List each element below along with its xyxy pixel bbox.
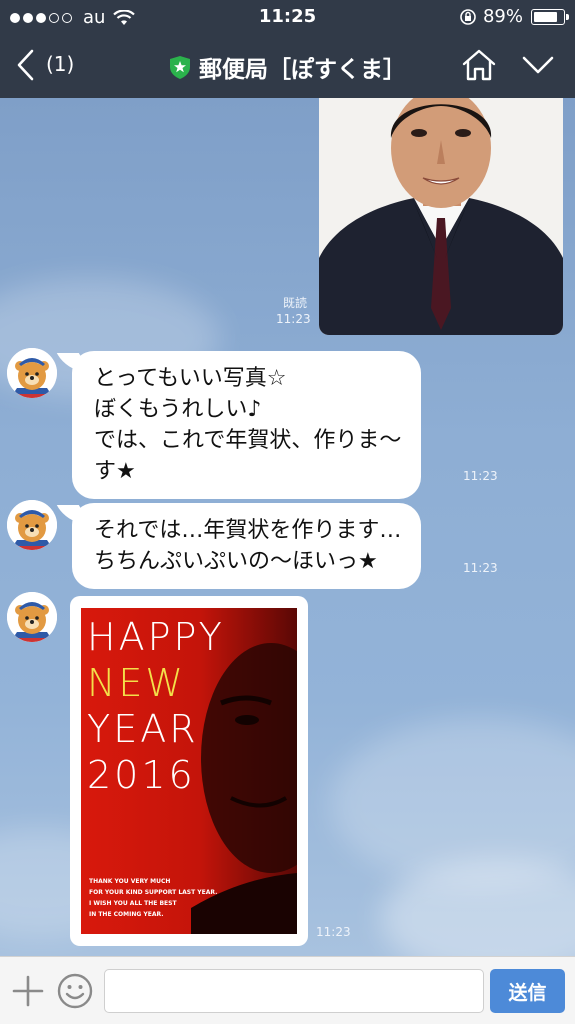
home-icon[interactable] [461, 48, 497, 82]
chevron-down-icon[interactable] [521, 54, 555, 76]
message-line: ちちんぷいぷいの〜ほいっ★ [94, 549, 378, 574]
portrait-image [319, 98, 563, 335]
message-line: とってもいい写真☆ [94, 366, 287, 391]
battery-area: 89% [459, 6, 569, 27]
avatar[interactable] [7, 592, 57, 642]
card-headline-line: HAPPY [87, 615, 225, 659]
send-button[interactable]: 送信 [490, 969, 565, 1013]
received-message-bubble[interactable]: それでは…年賀状を作ります… ちちんぷいぷいの〜ほいっ★ [72, 503, 422, 589]
read-indicator: 既読 [283, 296, 308, 310]
message-line: ぼくもうれしい♪ [94, 397, 262, 422]
received-message-bubble[interactable]: とってもいい写真☆ ぼくもうれしい♪ では、これで年賀状、作りま〜 す★ [72, 351, 422, 499]
battery-icon [531, 8, 569, 25]
chat-area[interactable]: 既読 11:23 とってもいい写真☆ ぼくもうれしい♪ では、これで年賀状、作り… [0, 98, 575, 956]
battery-fill [534, 11, 558, 22]
bear-mascot-icon [7, 500, 57, 550]
card-headline-line: 2016 [87, 753, 196, 797]
message-line: それでは…年賀状を作ります… [94, 518, 402, 543]
battery-percent: 89% [482, 6, 523, 27]
rotation-lock-icon [460, 8, 476, 25]
message-input[interactable] [104, 969, 484, 1013]
card-footer-line: IN THE COMING YEAR. [89, 911, 164, 918]
nav-row: (1) 郵便局［ぽすくま］ [0, 34, 575, 98]
avatar[interactable] [7, 348, 57, 398]
message-line: す★ [94, 459, 136, 484]
new-year-card-image[interactable]: HAPPY NEW YEAR 2016 THANK YOU VERY MUCH … [70, 596, 308, 946]
card-artwork: HAPPY NEW YEAR 2016 THANK YOU VERY MUCH … [81, 608, 297, 934]
card-headline-line: NEW [87, 661, 187, 705]
card-footer-line: I WISH YOU ALL THE BEST [89, 900, 177, 907]
avatar[interactable] [7, 500, 57, 550]
card-footer-line: FOR YOUR KIND SUPPORT LAST YEAR. [89, 889, 218, 896]
input-bar: 送信 [0, 956, 575, 1024]
bear-mascot-icon [7, 348, 57, 398]
card-headline-line: YEAR [87, 707, 199, 751]
plus-icon[interactable] [11, 974, 45, 1008]
chat-title: 郵便局［ぽすくま］ [199, 57, 406, 83]
message-time: 11:23 [316, 925, 351, 939]
card-footer: THANK YOU VERY MUCH FOR YOUR KIND SUPPOR… [89, 876, 217, 920]
official-shield-icon [170, 55, 190, 79]
top-bar: au 11:25 89% (1) 郵便局［ぽすくま］ [0, 0, 575, 98]
message-time: 11:23 [463, 561, 498, 575]
card-footer-line: THANK YOU VERY MUCH [89, 878, 171, 885]
status-bar: au 11:25 89% [0, 0, 575, 34]
card-headline: HAPPY NEW YEAR 2016 [87, 614, 225, 798]
message-time: 11:23 [276, 312, 311, 326]
message-time: 11:23 [463, 469, 498, 483]
sent-photo[interactable] [319, 98, 563, 335]
message-line: では、これで年賀状、作りま〜 [94, 428, 402, 453]
bear-mascot-icon [7, 592, 57, 642]
emoji-icon[interactable] [56, 972, 94, 1010]
